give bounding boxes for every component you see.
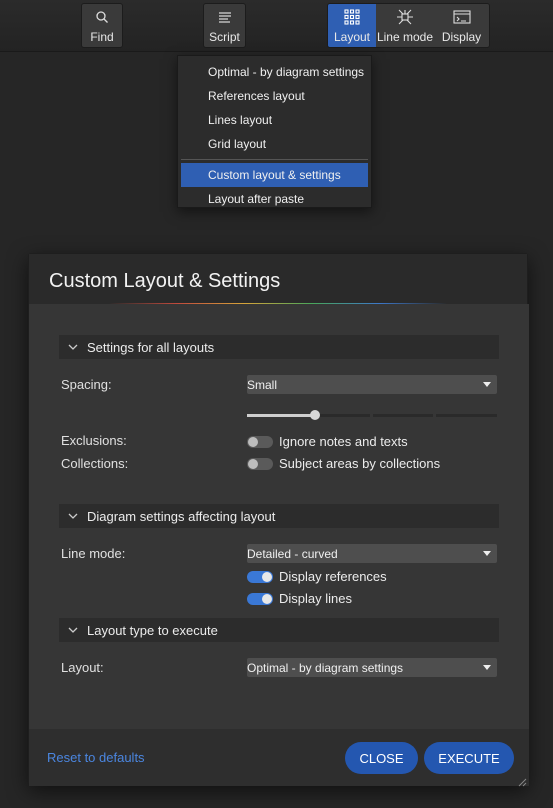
caret-down-icon: [477, 382, 497, 387]
menu-item-lines-layout[interactable]: Lines layout: [178, 108, 371, 132]
menu-item-references-layout[interactable]: References layout: [178, 84, 371, 108]
dialog-header: Custom Layout & Settings: [29, 254, 527, 305]
toggle-switch[interactable]: [247, 570, 273, 583]
execute-button[interactable]: EXECUTE: [424, 742, 514, 774]
layout-grid-icon: [344, 4, 360, 30]
layout-select[interactable]: Optimal - by diagram settings: [247, 658, 497, 677]
menu-item-optimal[interactable]: Optimal - by diagram settings: [178, 60, 371, 84]
script-button[interactable]: Script: [203, 3, 246, 48]
section-diagram-settings[interactable]: Diagram settings affecting layout: [59, 504, 499, 528]
line-mode-label: Line mode: [376, 30, 434, 44]
spacing-select[interactable]: Small: [247, 375, 497, 394]
layout-button[interactable]: Layout: [328, 4, 376, 47]
toggle-switch[interactable]: [247, 457, 273, 470]
line-mode-icon: [396, 4, 414, 30]
search-icon: [95, 4, 109, 30]
spacing-label: Spacing:: [61, 377, 112, 392]
section-layout-type[interactable]: Layout type to execute: [59, 618, 499, 642]
layout-value: Optimal - by diagram settings: [247, 660, 404, 675]
chevron-down-icon: [59, 513, 87, 519]
dialog-title: Custom Layout & Settings: [49, 270, 281, 292]
spacing-slider[interactable]: [247, 408, 497, 422]
layout-field-label: Layout:: [61, 660, 104, 675]
toggle-switch[interactable]: [247, 592, 273, 605]
dialog-body: Settings for all layouts Spacing: Small …: [29, 304, 529, 729]
display-icon: [452, 4, 471, 30]
resize-grip-icon[interactable]: [517, 774, 527, 787]
reset-defaults-link[interactable]: Reset to defaults: [47, 750, 145, 765]
toggle-label: Subject areas by collections: [279, 456, 441, 471]
slider-track-segment: [373, 414, 433, 417]
display-lines-toggle[interactable]: Display lines: [247, 591, 352, 606]
toggle-label: Display lines: [279, 591, 352, 606]
toggle-switch[interactable]: [247, 435, 273, 448]
collections-label: Collections:: [61, 456, 129, 471]
caret-down-icon: [477, 551, 497, 556]
menu-item-custom-layout[interactable]: Custom layout & settings: [181, 163, 368, 187]
script-icon: [218, 4, 232, 30]
ignore-notes-toggle[interactable]: Ignore notes and texts: [247, 434, 408, 449]
section-title: Settings for all layouts: [87, 339, 215, 355]
line-mode-value: Detailed - curved: [247, 546, 338, 561]
slider-track-filled: [247, 414, 315, 417]
subject-areas-toggle[interactable]: Subject areas by collections: [247, 456, 440, 471]
line-mode-field-label: Line mode:: [61, 546, 126, 561]
slider-track-segment: [317, 414, 370, 417]
slider-thumb[interactable]: [310, 410, 320, 420]
toggle-label: Ignore notes and texts: [279, 434, 408, 449]
view-button-group: Layout Line mode Display: [327, 3, 490, 48]
custom-layout-dialog: Custom Layout & Settings Settings for al…: [28, 253, 529, 787]
chevron-down-icon: [59, 627, 87, 633]
toolbar: Find Script Layout Line mode Display: [0, 0, 553, 52]
menu-item-layout-after-paste[interactable]: Layout after paste: [178, 187, 371, 211]
layout-label: Layout: [333, 30, 371, 44]
layout-menu: Optimal - by diagram settings References…: [177, 55, 372, 208]
close-button[interactable]: CLOSE: [345, 742, 418, 774]
section-title: Diagram settings affecting layout: [87, 508, 276, 524]
display-references-toggle[interactable]: Display references: [247, 569, 387, 584]
display-label: Display: [441, 30, 482, 44]
menu-item-grid-layout[interactable]: Grid layout: [178, 132, 371, 156]
line-mode-select[interactable]: Detailed - curved: [247, 544, 497, 563]
section-title: Layout type to execute: [87, 622, 218, 638]
caret-down-icon: [477, 665, 497, 670]
display-button[interactable]: Display: [434, 4, 489, 47]
find-button[interactable]: Find: [81, 3, 123, 48]
slider-track-segment: [436, 414, 497, 417]
menu-divider: [181, 159, 368, 160]
dialog-footer: Reset to defaults CLOSE EXECUTE: [29, 729, 529, 787]
exclusions-label: Exclusions:: [61, 433, 127, 448]
find-label: Find: [90, 30, 114, 44]
section-settings-all-layouts[interactable]: Settings for all layouts: [59, 335, 499, 359]
script-label: Script: [209, 30, 240, 44]
chevron-down-icon: [59, 344, 87, 350]
toggle-label: Display references: [279, 569, 387, 584]
line-mode-button[interactable]: Line mode: [376, 4, 434, 47]
spacing-value: Small: [247, 377, 278, 392]
